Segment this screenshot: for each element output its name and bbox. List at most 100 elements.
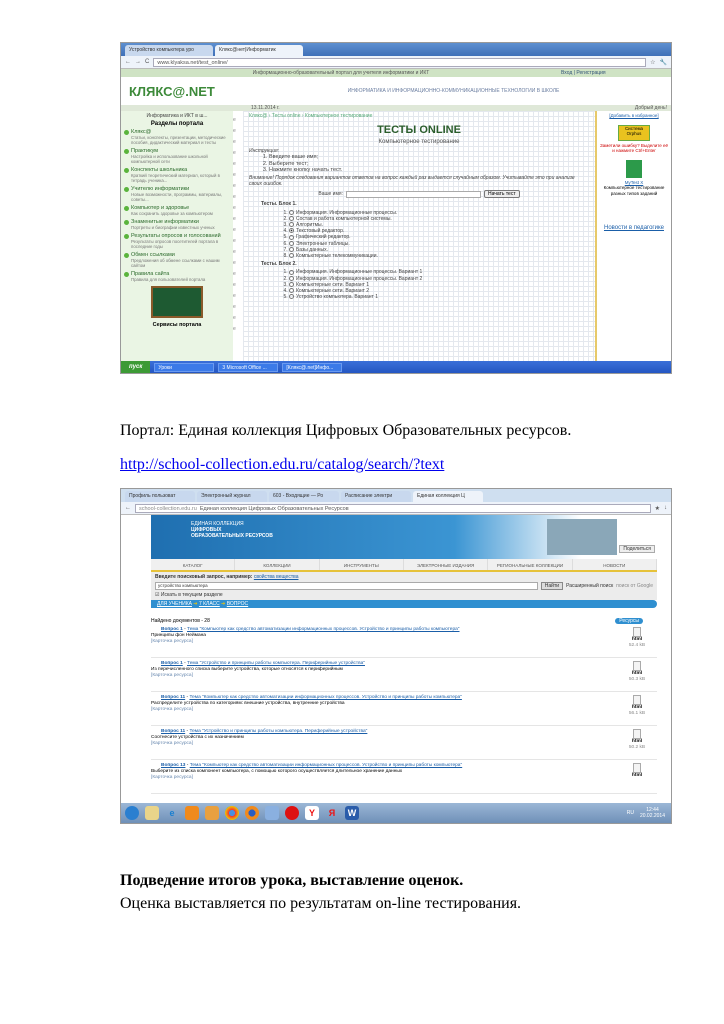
file-icon[interactable] [633, 695, 641, 705]
chalkboard-banner[interactable] [151, 286, 203, 319]
radio-button[interactable] [289, 288, 294, 294]
app-icon[interactable] [205, 806, 219, 820]
resource-card-link[interactable]: [Карточка ресурса] [151, 741, 617, 747]
result-question-link[interactable]: Вопрос 1 [161, 661, 183, 666]
browser-tab-active[interactable]: Клякс@нет|Информатик [215, 45, 303, 56]
radio-button[interactable] [289, 247, 294, 253]
taskbar-item[interactable]: Уроки [154, 362, 215, 372]
resource-card-link[interactable]: [Карточка ресурса] [151, 775, 617, 781]
share-button[interactable]: Поделиться [619, 545, 655, 553]
radio-button[interactable] [289, 228, 294, 234]
orphus-logo[interactable]: Система Orphus [618, 124, 650, 141]
sidebar-section[interactable]: Учителю информатики Новые возможности, пр… [124, 186, 230, 202]
browser-tab[interactable]: Единая коллекция Ц [413, 491, 483, 502]
search-button[interactable]: Найти [540, 582, 564, 590]
result-question-link[interactable]: Вопрос 13 [161, 763, 185, 768]
radio-button[interactable] [289, 240, 294, 246]
radio-button[interactable] [289, 294, 294, 300]
nav-item[interactable]: РЕГИОНАЛЬНЫЕ КОЛЛЕКЦИИ [488, 559, 573, 570]
sidebar-section[interactable]: Знаменитые информатики Портреты и биограф… [124, 219, 230, 230]
name-input[interactable] [345, 190, 481, 198]
sidebar-section[interactable]: Практикум Настройка и использование школь… [124, 148, 230, 164]
language-indicator[interactable]: RU [627, 810, 634, 816]
sidebar-section[interactable]: Компьютер и здоровье Как сохранить здоров… [124, 205, 230, 216]
star-icon[interactable]: ☆ [650, 59, 655, 66]
browser-tab[interactable]: 603 - Входящие — Ро [269, 491, 339, 502]
result-question-link[interactable]: Вопрос 1 [161, 627, 183, 632]
radio-button[interactable] [289, 222, 294, 228]
reload-icon[interactable]: C [145, 59, 149, 65]
result-topic-link[interactable]: Тема "Устройство и принципы работы компь… [187, 661, 365, 666]
sidebar-section[interactable]: Конспекты школьника Краткий теоретический… [124, 167, 230, 183]
resource-card-link[interactable]: [Карточка ресурса] [151, 639, 617, 645]
browser-tab[interactable]: Устройство компьютера уро [125, 45, 213, 56]
wrench-icon[interactable]: 🔧 [660, 59, 667, 66]
news-link[interactable]: Новости в педагогике [599, 225, 669, 232]
start-test-button[interactable]: Начать тест [483, 190, 520, 199]
taskbar-item[interactable]: [Клякс@.net]Инфо... [282, 362, 343, 372]
sidebar-section[interactable]: Клякс@ Статьи, конспекты, презентации, ме… [124, 129, 230, 145]
checkbox[interactable]: ☑ [155, 592, 159, 598]
file-icon[interactable] [633, 729, 641, 739]
sidebar-section[interactable]: Результаты опросов и голосований Результа… [124, 233, 230, 249]
taskbar-item[interactable]: 3 Microsoft Office ... [218, 362, 279, 372]
login-link[interactable]: Вход | Регистрация [561, 69, 671, 77]
start-orb-icon[interactable] [125, 806, 139, 820]
resource-card-link[interactable]: [Карточка ресурса] [151, 673, 617, 679]
breadcrumb[interactable]: Клякс@ › Тесты online › Компьютерное тес… [249, 113, 589, 119]
radio-button[interactable] [289, 216, 294, 221]
test-option[interactable]: Компьютерные телекоммуникации. [289, 253, 589, 259]
media-icon[interactable] [185, 806, 199, 820]
advanced-search-link[interactable]: Расширенный поиск [566, 583, 613, 589]
file-icon[interactable] [633, 661, 641, 671]
resource-card-link[interactable]: [Карточка ресурса] [151, 707, 617, 713]
star-icon[interactable]: ★ [655, 505, 660, 512]
search-input[interactable]: устройство компьютера [155, 582, 538, 590]
result-topic-link[interactable]: Тема "Компьютер как средство автоматизац… [189, 695, 461, 700]
firefox-icon[interactable] [245, 806, 259, 820]
clock[interactable]: 12:44 20.02.2014 [640, 807, 671, 819]
sidebar-section[interactable]: Правила сайта Правила для пользователей п… [124, 271, 230, 282]
radio-button[interactable] [289, 253, 294, 259]
resources-button[interactable]: Ресурсы [615, 618, 643, 624]
nav-item[interactable]: КОЛЛЕКЦИИ [235, 559, 320, 570]
result-question-link[interactable]: Вопрос 11 [161, 729, 185, 734]
forward-icon[interactable]: → [135, 59, 141, 65]
browser-tab[interactable]: Электронный журнал [197, 491, 267, 502]
nav-item[interactable]: НОВОСТИ [573, 559, 657, 570]
nav-item[interactable]: ИНСТРУМЕНТЫ [320, 559, 404, 570]
result-question-link[interactable]: Вопрос 11 [161, 695, 185, 700]
word-icon[interactable]: W [345, 806, 359, 820]
result-topic-link[interactable]: Тема "Компьютер как средство автоматизац… [187, 627, 459, 632]
browser-tab[interactable]: Расписание электри [341, 491, 411, 502]
add-favorites-link[interactable]: [Добавить в избранное] [599, 113, 669, 119]
explorer-icon[interactable] [145, 806, 159, 820]
yandex-icon[interactable]: Я [325, 806, 339, 820]
file-icon[interactable] [633, 627, 641, 637]
radio-button[interactable] [289, 275, 294, 281]
speaker-app-icon[interactable] [265, 806, 279, 820]
back-icon[interactable]: ← [125, 59, 131, 65]
nav-item[interactable]: КАТАЛОГ [151, 559, 236, 570]
crumb[interactable]: ДЛЯ УЧЕНИКА [157, 601, 192, 607]
radio-button[interactable] [289, 234, 294, 240]
file-icon[interactable] [633, 763, 641, 773]
crumb[interactable]: 7 КЛАСС [199, 601, 220, 607]
nav-item[interactable]: ЭЛЕКТРОННЫЕ ИЗДАНИЯ [404, 559, 489, 570]
crumb[interactable]: ВОПРОС [227, 601, 248, 607]
start-button[interactable]: пуск [121, 361, 151, 373]
test-option[interactable]: Устройство компьютера. Вариант 1 [289, 294, 589, 300]
result-topic-link[interactable]: Тема "Устройство и принципы работы компь… [189, 729, 367, 734]
mytest-icon[interactable] [626, 159, 642, 178]
opera-icon[interactable] [285, 806, 299, 820]
back-icon[interactable]: ← [125, 505, 131, 511]
url-input[interactable]: school-collection.edu.ru Единая коллекци… [135, 503, 651, 513]
yandex-browser-icon[interactable]: Y [305, 806, 319, 820]
radio-button[interactable] [289, 282, 294, 288]
download-icon[interactable]: ↓ [664, 505, 667, 511]
sidebar-section[interactable]: Обмен ссылками Предложения об обмене ссыл… [124, 252, 230, 268]
collection-link[interactable]: http://school-collection.edu.ru/catalog/… [120, 456, 444, 474]
browser-tab[interactable]: Профиль пользоват [125, 491, 195, 502]
ie-icon[interactable]: e [165, 806, 179, 820]
search-example-link[interactable]: свойства вещества [254, 574, 299, 580]
